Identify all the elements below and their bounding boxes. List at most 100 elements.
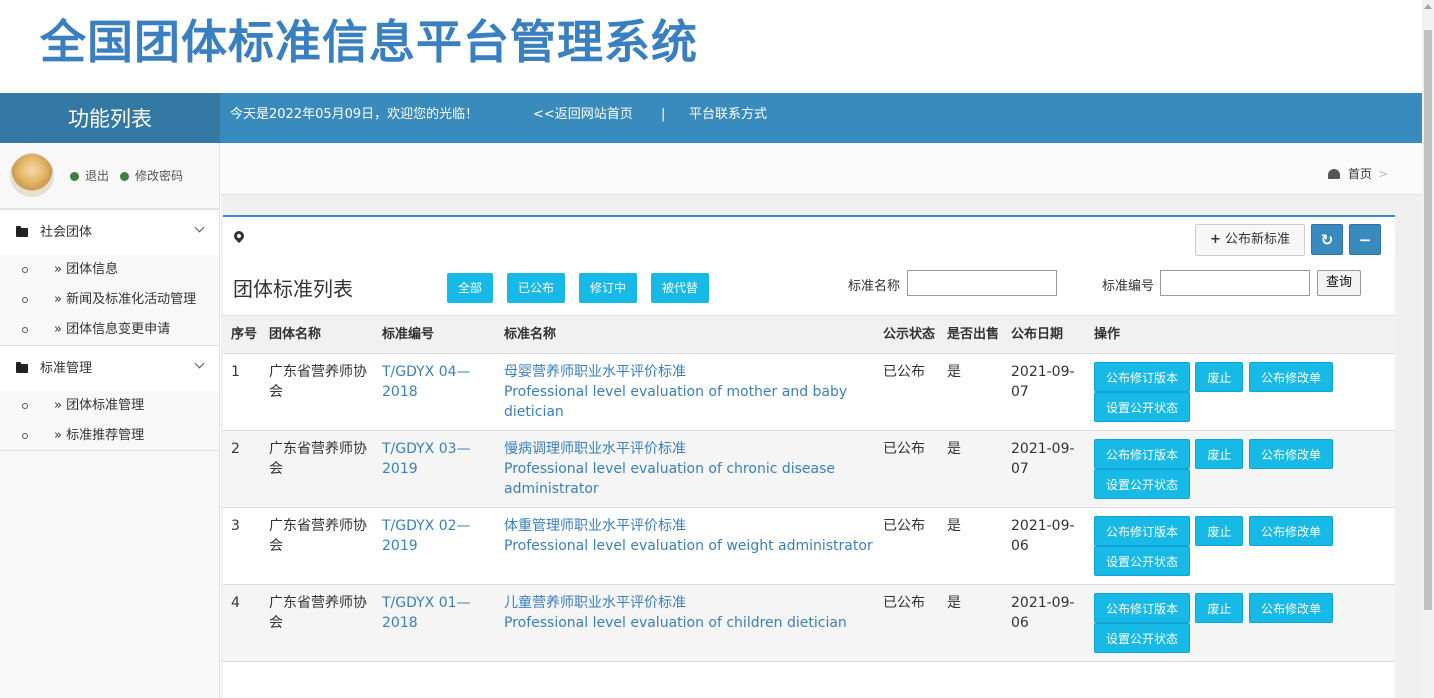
avatar	[10, 153, 54, 197]
page: 全国团体标准信息平台管理系统 功能列表 今天是2022年05月09日，欢迎您的光…	[0, 0, 1422, 698]
sidebar-item-label: » 团体信息	[54, 262, 119, 277]
standard-code-link[interactable]: T/GDYX 02—2019	[382, 518, 471, 554]
status-dot-icon	[120, 172, 129, 181]
breadcrumb-home[interactable]: 首页	[1348, 167, 1372, 181]
circle-bullet-icon	[22, 267, 28, 273]
menu-head-standard-mgmt[interactable]: 标准管理	[0, 345, 219, 391]
abolish-button[interactable]: 废止	[1195, 516, 1244, 546]
standard-code-input[interactable]	[1160, 270, 1310, 296]
sidebar-item-news[interactable]: » 新闻及标准化活动管理	[0, 285, 219, 315]
sidebar-item-label: » 标准推荐管理	[54, 428, 145, 443]
publish-new-standard-button[interactable]: + 公布新标准	[1195, 224, 1305, 256]
scroll-up-arrow-icon[interactable]	[1424, 4, 1432, 9]
abolish-button[interactable]: 废止	[1195, 439, 1244, 469]
filter-all-button[interactable]: 全部	[447, 273, 493, 303]
circle-bullet-icon	[22, 297, 28, 303]
chevron-down-icon	[194, 358, 205, 369]
publish-amendment-button[interactable]: 公布修改单	[1248, 362, 1333, 392]
publish-revision-button[interactable]: 公布修订版本	[1094, 593, 1191, 623]
breadcrumb: 首页 >	[1327, 165, 1388, 182]
abolish-button[interactable]: 废止	[1195, 593, 1244, 623]
col-header-sale: 是否出售	[939, 315, 1003, 354]
standards-table: 序号 团体名称 标准编号 标准名称 公示状态 是否出售 公布日期 操作 1 广东…	[223, 315, 1395, 662]
nav-separator: |	[661, 107, 666, 122]
col-header-date: 公布日期	[1003, 315, 1086, 354]
standard-name-en-link[interactable]: Professional level evaluation of chronic…	[504, 461, 835, 497]
standard-code-link[interactable]: T/GDYX 01—2018	[382, 595, 471, 631]
cell-status: 已公布	[875, 430, 939, 508]
set-public-status-button[interactable]: 设置公开状态	[1094, 469, 1191, 499]
publish-amendment-button[interactable]: 公布修改单	[1248, 439, 1333, 469]
set-public-status-button[interactable]: 设置公开状态	[1094, 546, 1191, 576]
publish-revision-button[interactable]: 公布修订版本	[1094, 516, 1191, 546]
standard-name-cn-link[interactable]: 儿童营养师职业水平评价标准	[504, 595, 686, 611]
chevron-down-icon	[194, 222, 205, 233]
cell-sale: 是	[939, 584, 1003, 662]
site-title: 全国团体标准信息平台管理系统	[40, 15, 698, 69]
collapse-button[interactable]: −	[1349, 224, 1381, 255]
table-row: 4 广东省营养师协会 T/GDYX 01—2018 儿童营养师职业水平评价标准 P…	[223, 584, 1395, 662]
standard-name-en-link[interactable]: Professional level evaluation of weight …	[504, 538, 873, 554]
col-header-status: 公示状态	[875, 315, 939, 354]
filter-published-button[interactable]: 已公布	[507, 273, 565, 303]
standard-name-en-link[interactable]: Professional level evaluation of mother …	[504, 384, 847, 420]
cell-actions: 公布修订版本 废止 公布修改单 设置公开状态	[1086, 507, 1395, 585]
change-password-link[interactable]: 修改密码	[120, 167, 183, 184]
menu-group-social: 社会团体 » 团体信息 » 新闻及标准化活动管理 » 团体信息变更申请	[0, 209, 219, 345]
abolish-button[interactable]: 废止	[1195, 362, 1244, 392]
set-public-status-button[interactable]: 设置公开状态	[1094, 392, 1191, 422]
col-header-org: 团体名称	[261, 315, 374, 354]
table-row: 3 广东省营养师协会 T/GDYX 02—2019 体重管理师职业水平评价标准 P…	[223, 507, 1395, 585]
table-row: 1 广东省营养师协会 T/GDYX 04—2018 母婴营养师职业水平评价标准 P…	[223, 353, 1395, 431]
publish-amendment-button[interactable]: 公布修改单	[1248, 516, 1333, 546]
cell-no: 2	[223, 430, 261, 508]
scrollbar-thumb[interactable]	[1424, 30, 1432, 610]
cell-status: 已公布	[875, 584, 939, 662]
query-button[interactable]: 查询	[1317, 270, 1361, 296]
cell-org: 广东省营养师协会	[261, 430, 374, 508]
set-public-status-button[interactable]: 设置公开状态	[1094, 623, 1191, 653]
table-header-row: 序号 团体名称 标准编号 标准名称 公示状态 是否出售 公布日期 操作	[223, 315, 1395, 354]
logout-link[interactable]: 退出	[70, 167, 109, 184]
menu-head-social-group[interactable]: 社会团体	[0, 209, 219, 255]
cell-actions: 公布修订版本 废止 公布修改单 设置公开状态	[1086, 430, 1395, 508]
breadcrumb-separator: >	[1377, 167, 1388, 181]
standard-name-en-link[interactable]: Professional level evaluation of childre…	[504, 615, 847, 631]
status-dot-icon	[70, 172, 79, 181]
cell-date: 2021-09-07	[1003, 430, 1086, 508]
cell-org: 广东省营养师协会	[261, 507, 374, 585]
standard-name-cn-link[interactable]: 慢病调理师职业水平评价标准	[504, 441, 686, 457]
publish-revision-button[interactable]: 公布修订版本	[1094, 362, 1191, 392]
cell-status: 已公布	[875, 353, 939, 431]
minus-icon: −	[1358, 231, 1372, 249]
function-list-title: 功能列表	[0, 93, 220, 143]
sidebar-item-recommend[interactable]: » 标准推荐管理	[0, 421, 219, 451]
standard-code-link[interactable]: T/GDYX 03—2019	[382, 441, 471, 477]
sidebar-item-standard-mgmt[interactable]: » 团体标准管理	[0, 391, 219, 421]
contact-link[interactable]: 平台联系方式	[689, 93, 767, 137]
sidebar-item-label: » 团体信息变更申请	[54, 322, 171, 337]
cell-actions: 公布修订版本 废止 公布修改单 设置公开状态	[1086, 353, 1395, 431]
home-link[interactable]: <<返回网站首页	[533, 93, 633, 137]
standard-code-link[interactable]: T/GDYX 04—2018	[382, 364, 471, 400]
welcome-text: 今天是2022年05月09日，欢迎您的光临！	[230, 107, 479, 122]
sidebar-item-change-request[interactable]: » 团体信息变更申请	[0, 315, 219, 345]
logout-label: 退出	[85, 169, 110, 183]
filter-replaced-button[interactable]: 被代替	[651, 273, 709, 303]
standard-name-cn-link[interactable]: 体重管理师职业水平评价标准	[504, 518, 686, 534]
standard-name-input[interactable]	[907, 270, 1057, 296]
col-header-name: 标准名称	[496, 315, 875, 354]
standard-name-cn-link[interactable]: 母婴营养师职业水平评价标准	[504, 364, 686, 380]
sidebar-item-group-info[interactable]: » 团体信息	[0, 255, 219, 285]
publish-amendment-button[interactable]: 公布修改单	[1248, 593, 1333, 623]
refresh-button[interactable]: ↻	[1311, 224, 1343, 255]
cell-date: 2021-09-06	[1003, 584, 1086, 662]
col-header-no: 序号	[223, 315, 261, 354]
menu-head-label: 社会团体	[40, 225, 93, 240]
publish-revision-button[interactable]: 公布修订版本	[1094, 439, 1191, 469]
change-password-label: 修改密码	[135, 169, 184, 183]
filter-revising-button[interactable]: 修订中	[579, 273, 637, 303]
standard-code-label: 标准编号	[1102, 279, 1155, 294]
vertical-scrollbar[interactable]	[1422, 0, 1434, 698]
circle-bullet-icon	[22, 433, 28, 439]
